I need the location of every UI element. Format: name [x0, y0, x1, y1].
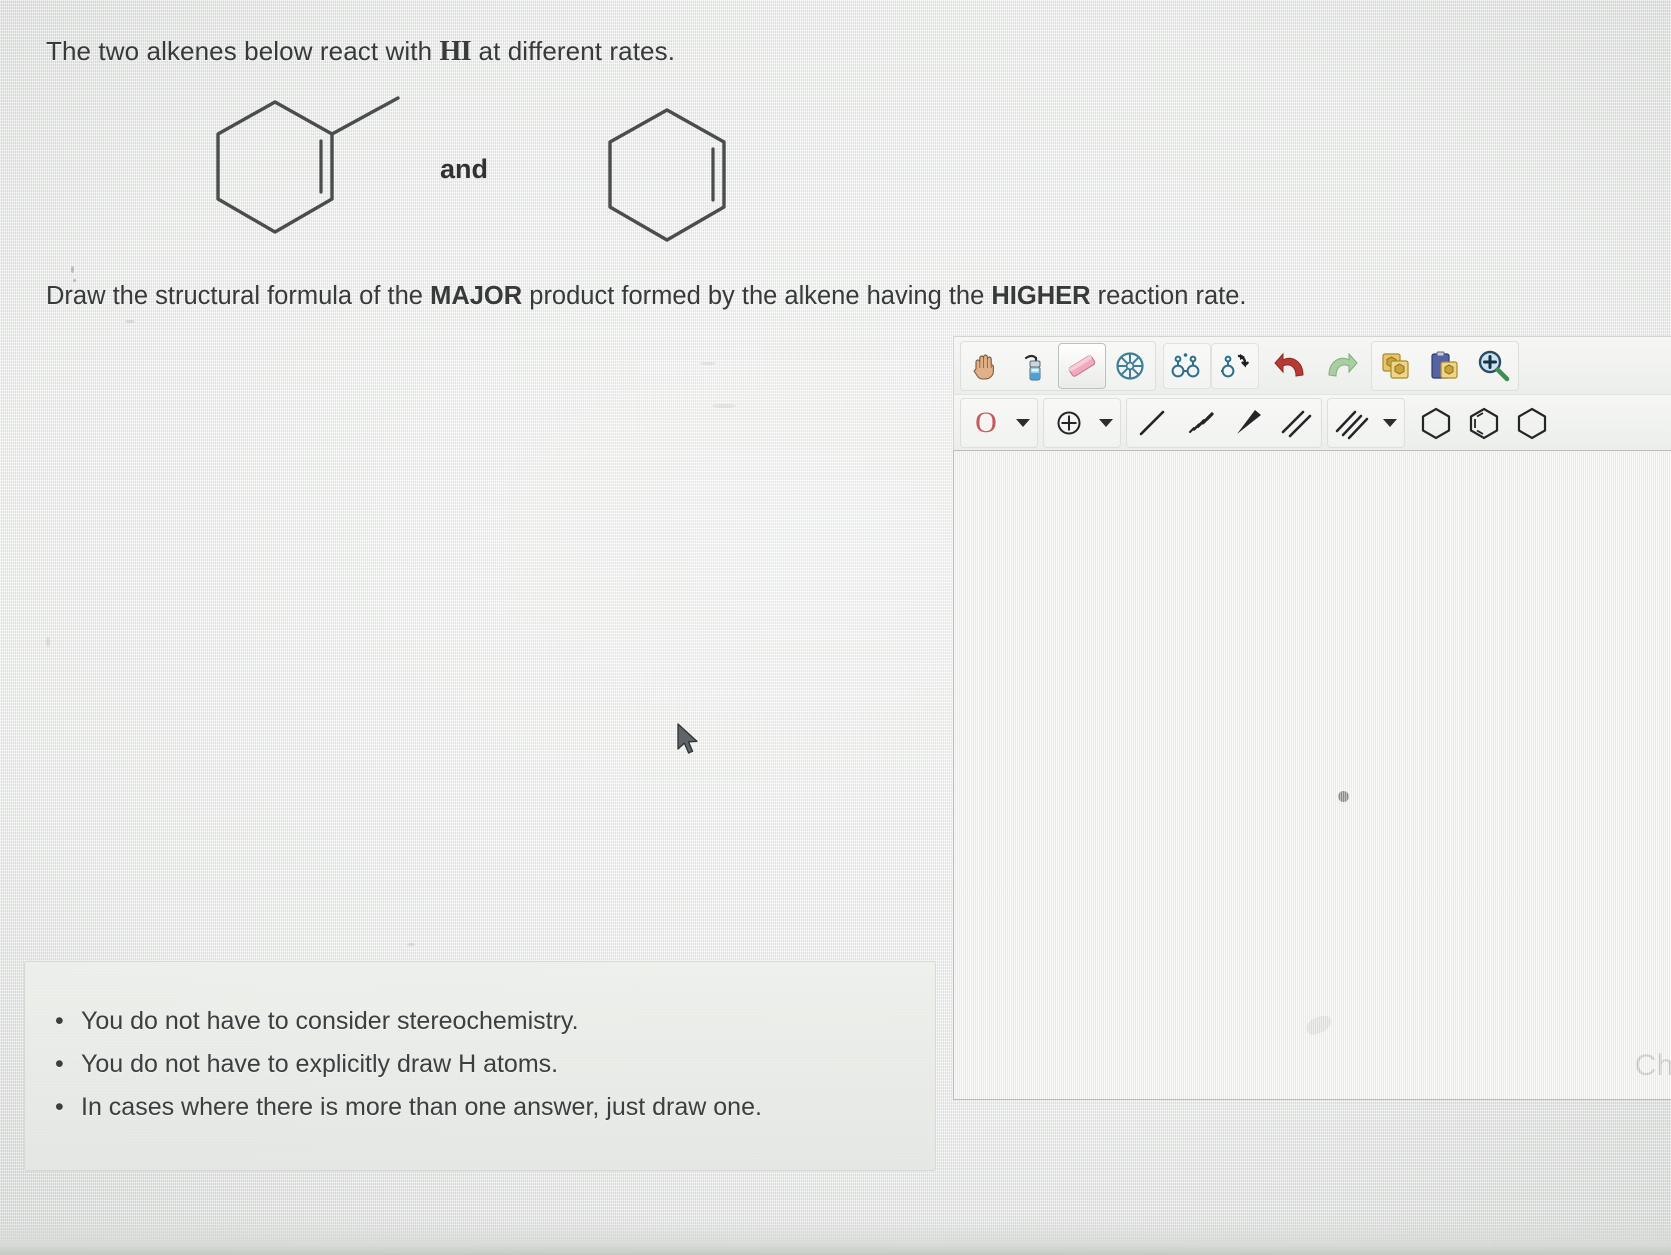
paste-tool[interactable]: [1421, 343, 1469, 389]
toolbar-group-history: [1266, 341, 1366, 391]
list-item: You do not have to consider stereochemis…: [55, 1000, 935, 1043]
copy-tool[interactable]: [1373, 343, 1421, 389]
canvas-smudge: [1304, 1013, 1334, 1037]
spray-bottle-icon: [1024, 354, 1041, 381]
triple-bond-tool[interactable]: [1329, 400, 1377, 446]
pan-hand-tool[interactable]: [962, 343, 1010, 389]
double-bond-icon: [1281, 410, 1312, 438]
prompt-text-after: at different rates.: [471, 36, 676, 66]
question-prompt: The two alkenes below react with HI at d…: [46, 36, 675, 68]
toolbar-group-bonds: [1126, 398, 1322, 448]
notes-list: You do not have to consider stereochemis…: [25, 962, 935, 1129]
ring-tool-extra[interactable]: [1508, 400, 1556, 446]
flip-tool[interactable]: [1211, 343, 1259, 389]
list-item: You do not have to explicitly draw H ato…: [55, 1043, 935, 1086]
flip-icon: [1221, 354, 1249, 378]
molecule-cyclohexene: [608, 108, 726, 242]
hand-icon: [973, 354, 994, 380]
canvas-watermark: Ch: [1634, 1049, 1671, 1082]
solid-wedge-icon: [1237, 410, 1261, 434]
toolbar-group-rings: [1410, 398, 1558, 448]
eraser-icon: [1068, 355, 1096, 377]
chevron-down-icon: [1099, 419, 1113, 427]
toolbar-group-charge: [1043, 398, 1121, 448]
hexagon-icon: [1421, 407, 1451, 440]
copy-icon: [1382, 353, 1409, 379]
atom-label-dropdown-caret[interactable]: [1010, 400, 1036, 446]
prompt-text-before: The two alkenes below react with: [46, 36, 440, 66]
clean-structure-tool[interactable]: [1106, 343, 1154, 389]
and-connector: and: [440, 154, 489, 184]
instruction-part-2: product formed by the alkene having the: [522, 282, 992, 310]
toolbar-group-selection: [960, 341, 1156, 391]
toolbar-group-triple: [1327, 398, 1405, 448]
editor-toolbar-row-1: [953, 336, 1671, 394]
benzene-icon: [1469, 407, 1499, 440]
list-item: In cases where there is more than one an…: [55, 1086, 935, 1129]
instruction-emphasis-higher: HIGHER: [991, 282, 1091, 310]
zoom-in-tool[interactable]: [1469, 343, 1517, 389]
toolbar-group-atom: O: [960, 398, 1038, 448]
redo-arrow-icon: [1328, 352, 1358, 377]
notes-panel: You do not have to consider stereochemis…: [24, 961, 936, 1171]
triple-bond-icon: [1335, 410, 1369, 440]
canvas-atom-dot[interactable]: [1338, 791, 1349, 802]
cyclohexane-ring-tool[interactable]: [1412, 400, 1460, 446]
atom-letter-icon: O: [975, 406, 997, 439]
chemical-drawing-editor[interactable]: O Ch: [953, 336, 1671, 1108]
molecule-figures: and: [190, 86, 760, 261]
solid-wedge-bond-tool[interactable]: [1224, 400, 1272, 446]
molecule-1-methylcyclohexene: [216, 96, 400, 234]
undo-arrow-icon: [1274, 352, 1304, 377]
stereo-atoms-icon: [1171, 353, 1200, 378]
triple-bond-dropdown-caret[interactable]: [1377, 400, 1403, 446]
hashed-wedge-bond-tool[interactable]: [1176, 400, 1224, 446]
snowflake-icon: [1116, 352, 1144, 380]
eraser-tool[interactable]: [1058, 343, 1106, 389]
atom-label-tool[interactable]: O: [962, 400, 1010, 446]
charge-tool[interactable]: [1045, 400, 1093, 446]
paste-icon: [1431, 351, 1458, 379]
mouse-cursor: [677, 723, 698, 754]
single-bond-icon: [1139, 410, 1165, 436]
page-bottom-edge: [0, 1221, 1671, 1255]
undo-tool[interactable]: [1268, 343, 1316, 389]
charge-dropdown-caret[interactable]: [1093, 400, 1119, 446]
circle-plus-icon: [1057, 411, 1081, 435]
eraser-spray-tool[interactable]: [1010, 343, 1058, 389]
toolbar-group-stereo: [1161, 341, 1261, 391]
stereo-tool[interactable]: [1163, 343, 1211, 389]
instruction-part-0: Draw the structural formula of the: [46, 282, 431, 310]
toolbar-group-clipboard: [1371, 341, 1519, 391]
double-bond-tool[interactable]: [1272, 400, 1320, 446]
magnifier-plus-icon: [1478, 350, 1510, 382]
instruction-part-4: reaction rate.: [1090, 282, 1247, 310]
editor-toolbar-row-2: O: [953, 394, 1671, 450]
hexagon-icon: [1517, 407, 1547, 440]
hashed-wedge-icon: [1189, 412, 1214, 433]
clipped-header-remnant: [655, 0, 1005, 8]
instruction-text: Draw the structural formula of the MAJOR…: [46, 282, 1247, 311]
instruction-emphasis-major: MAJOR: [430, 282, 523, 310]
chevron-down-icon: [1383, 419, 1397, 427]
benzene-ring-tool[interactable]: [1460, 400, 1508, 446]
redo-tool[interactable]: [1316, 343, 1364, 389]
chevron-down-icon: [1016, 419, 1030, 427]
reagent-label: HI: [439, 36, 472, 67]
single-bond-tool[interactable]: [1128, 400, 1176, 446]
drawing-canvas[interactable]: Ch: [953, 450, 1671, 1100]
